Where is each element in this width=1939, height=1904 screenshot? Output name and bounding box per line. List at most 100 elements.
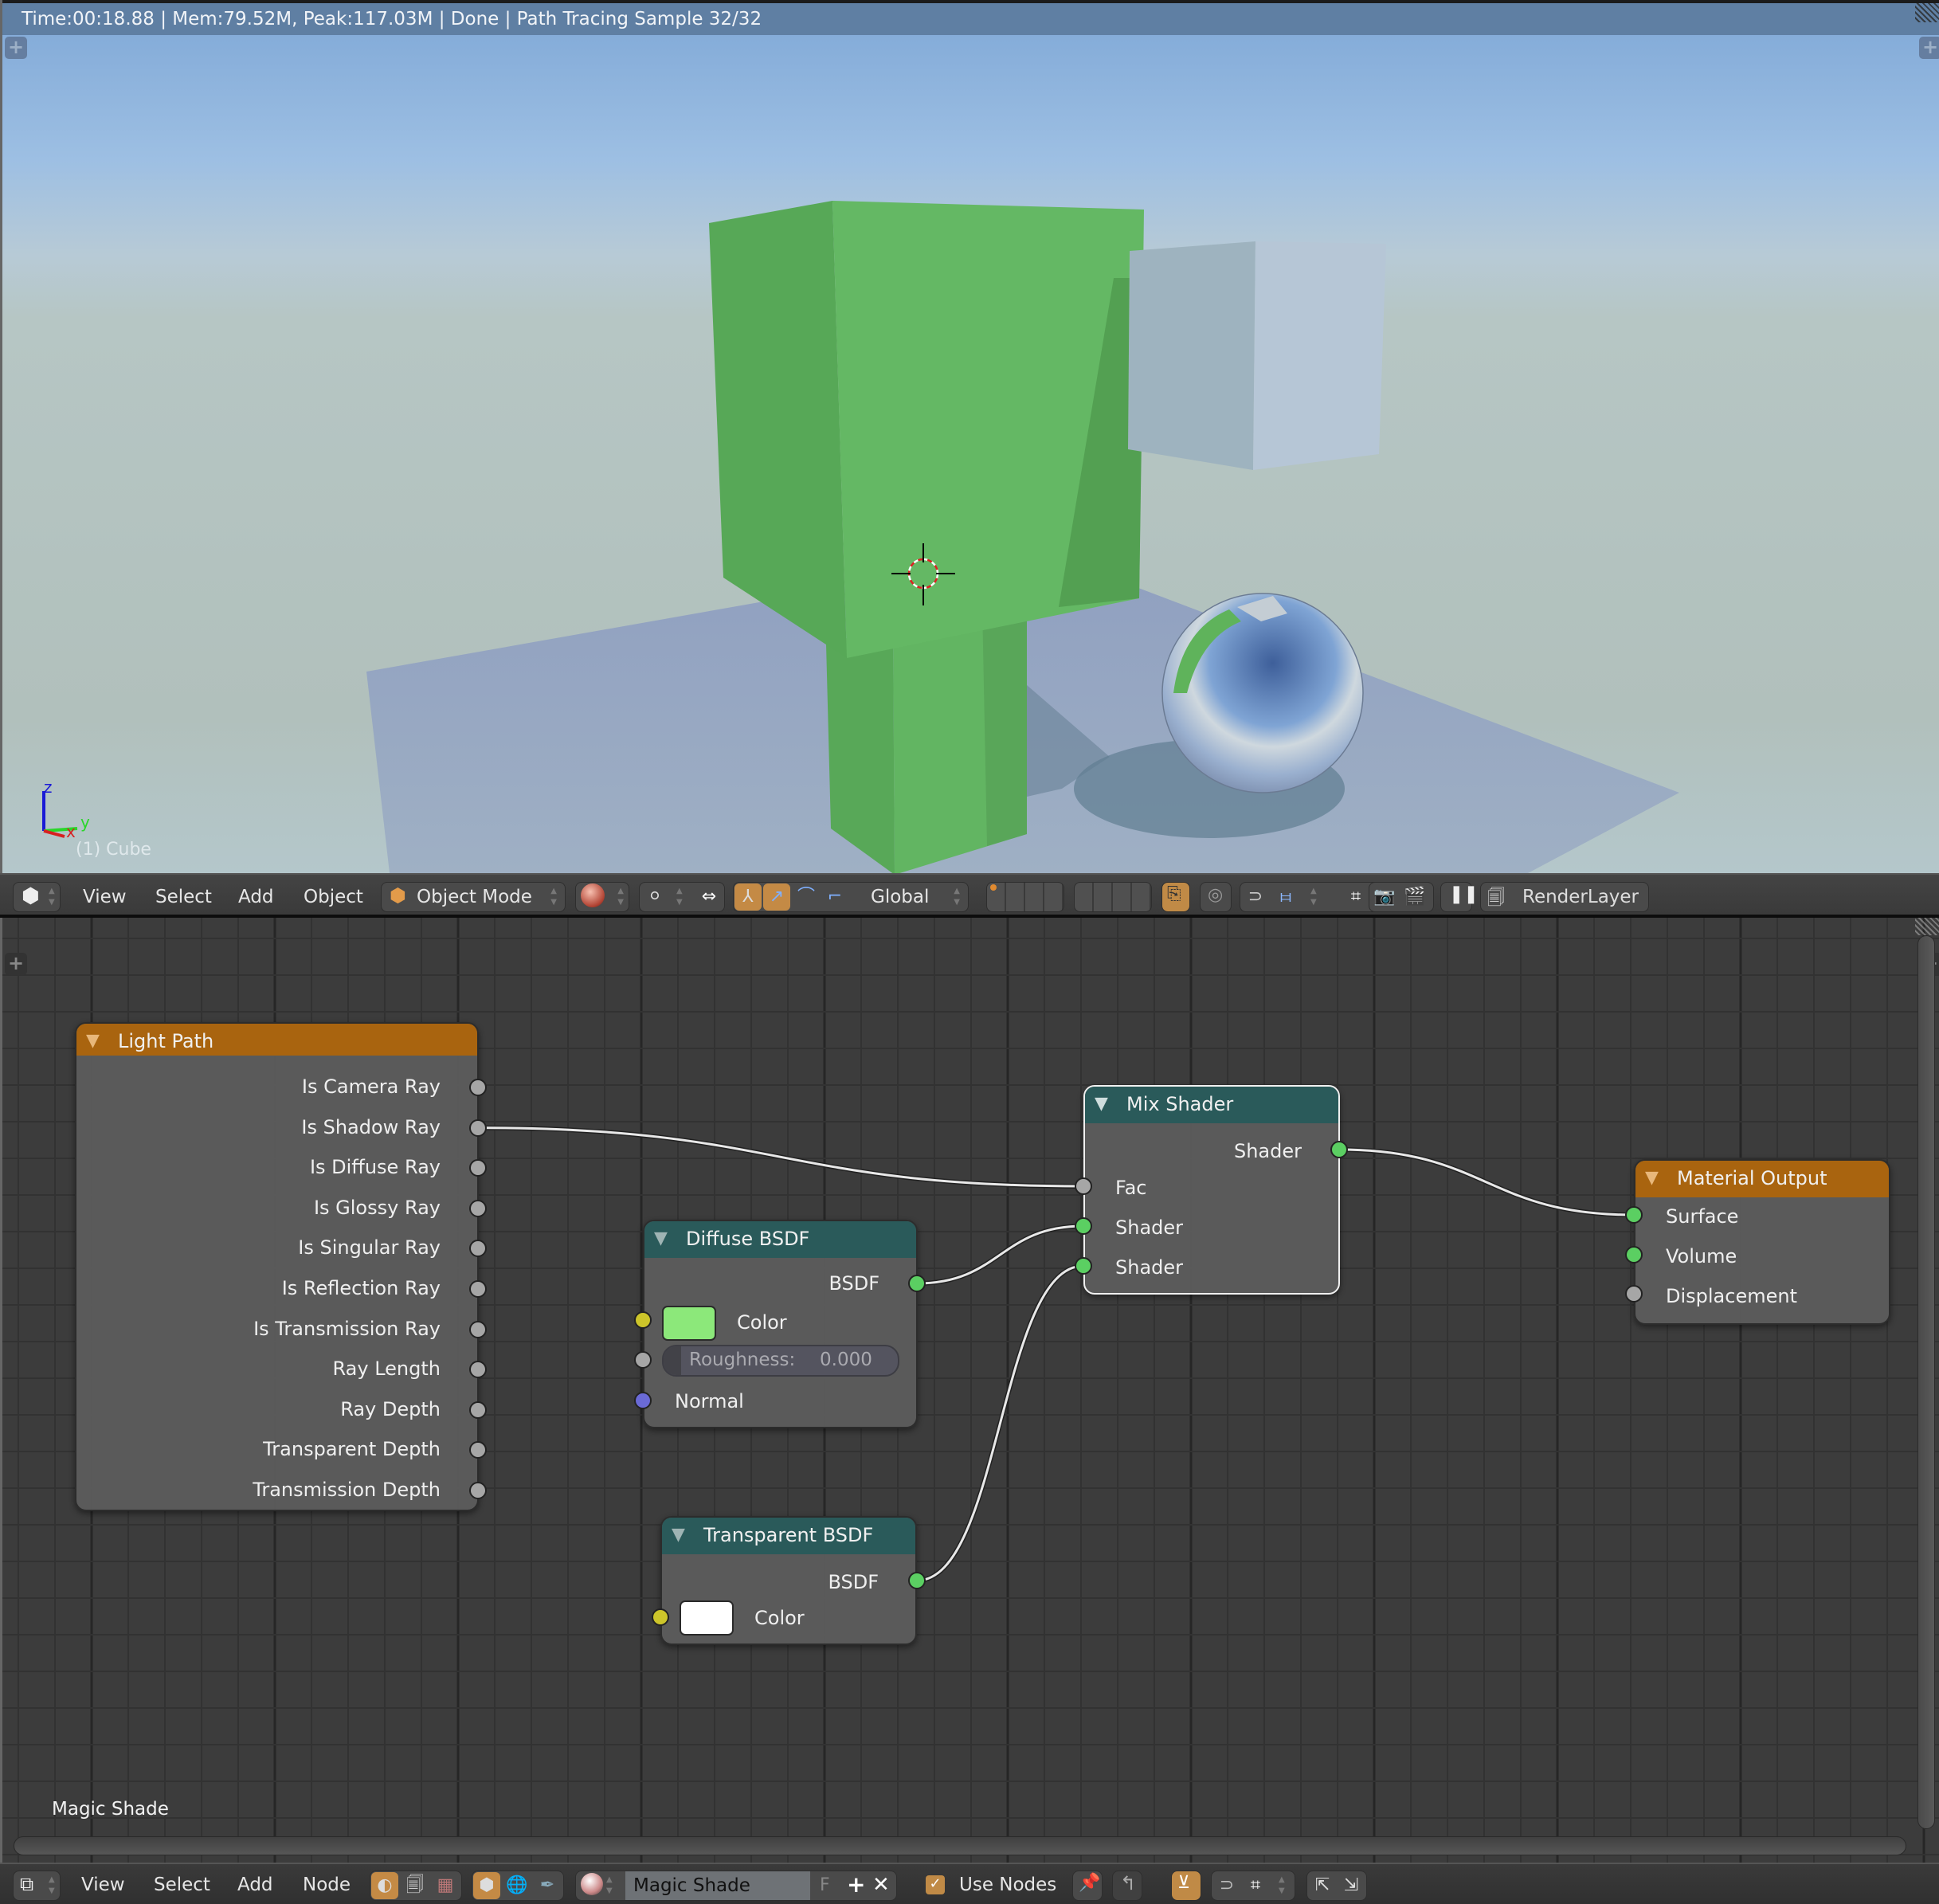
pin-button[interactable]: 📌 [1072, 1871, 1103, 1901]
opengl-render-animation-icon[interactable]: 🎬 [1401, 883, 1428, 911]
socket-diffuse-color-in[interactable] [634, 1311, 652, 1329]
node-transparent-bsdf[interactable]: ▼ Transparent BSDF BSDF Color [660, 1516, 917, 1645]
menu-view[interactable]: View [81, 1871, 125, 1899]
node-header[interactable]: ▼ Material Output [1635, 1161, 1889, 1197]
socket-transparent-color-in[interactable] [652, 1608, 669, 1626]
toolshelf-expand-button[interactable]: + [5, 953, 27, 975]
scale-arc-icon[interactable]: ⌒ [793, 883, 820, 911]
collapse-triangle-icon[interactable]: ▼ [672, 1518, 685, 1553]
socket-light-path-out[interactable] [469, 1119, 487, 1137]
snap-target-icon[interactable]: ⌗ [1342, 883, 1369, 911]
render-layer-selector[interactable]: 🗐 RenderLayer [1480, 882, 1649, 912]
color-swatch[interactable] [680, 1600, 734, 1636]
node-material-output[interactable]: ▼ Material Output Surface Volume Displac… [1634, 1159, 1890, 1325]
node-mix-shader[interactable]: ▼ Mix Shader Shader Fac Shader Shader [1083, 1085, 1340, 1295]
socket-output-displacement-in[interactable] [1625, 1285, 1643, 1303]
area-split-handle[interactable] [1915, 3, 1939, 22]
compositing-nodes-icon[interactable]: 🗐 [402, 1872, 429, 1899]
scene-layers-group-1[interactable] [986, 882, 1064, 912]
editor-type-selector[interactable]: ⧉ ▲ ▼ [13, 1871, 61, 1901]
node-header[interactable]: ▼ Transparent BSDF [662, 1518, 915, 1554]
socket-light-path-out[interactable] [469, 1320, 487, 1338]
editor-type-selector[interactable]: ⬢ ▲ ▼ [13, 882, 61, 912]
opengl-render-image-icon[interactable]: 📷 [1371, 883, 1398, 911]
proportional-edit-button[interactable]: ◎ [1200, 882, 1232, 912]
scale-manipulator-icon[interactable]: ⌐ [821, 883, 848, 911]
socket-mix-shader2-in[interactable] [1075, 1257, 1092, 1275]
snap-magnet-icon[interactable]: ⊃ [1213, 1872, 1240, 1899]
backdrop-toggle-button[interactable]: ⊻ [1171, 1871, 1201, 1901]
area-split-handle[interactable] [1915, 918, 1939, 935]
menu-add[interactable]: Add [237, 1871, 273, 1899]
material-name-field[interactable]: Magic Shade [625, 1871, 810, 1900]
texture-nodes-icon[interactable]: ▦ [432, 1872, 459, 1899]
use-nodes-checkbox[interactable]: ✓ [926, 1875, 945, 1894]
lock-layers-button[interactable]: ⎘ [1161, 882, 1190, 912]
unlink-material-icon[interactable]: ✕ [872, 1871, 890, 1898]
socket-diffuse-roughness-in[interactable] [634, 1351, 652, 1369]
socket-light-path-out[interactable] [469, 1401, 487, 1419]
socket-light-path-out[interactable] [469, 1280, 487, 1298]
socket-mix-fac-in[interactable] [1075, 1177, 1092, 1195]
socket-mix-shader1-in[interactable] [1075, 1217, 1092, 1235]
menu-select[interactable]: Select [155, 883, 212, 911]
socket-output-surface-in[interactable] [1625, 1206, 1643, 1224]
socket-light-path-out[interactable] [469, 1482, 487, 1499]
menu-select[interactable]: Select [154, 1871, 210, 1899]
menu-object[interactable]: Object [304, 883, 363, 911]
horizontal-scrollbar[interactable] [14, 1836, 1906, 1855]
go-to-parent-button[interactable]: ↰ [1112, 1871, 1142, 1901]
socket-light-path-out[interactable] [469, 1199, 487, 1217]
node-editor[interactable]: + + ▼ Light Path Is Camera RayIs Shadow … [0, 918, 1939, 1863]
fake-user-button[interactable]: F [820, 1871, 830, 1900]
mode-selector[interactable]: ⬢ Object Mode ▲ ▼ [381, 882, 566, 912]
node-header[interactable]: ▼ Diffuse BSDF [644, 1221, 916, 1258]
node-light-path[interactable]: ▼ Light Path Is Camera Ray Is Shadow Ray I… [75, 1022, 479, 1511]
snap-element-icon[interactable]: ⧦ [1272, 883, 1299, 911]
menu-add[interactable]: Add [238, 883, 274, 911]
node-header[interactable]: ▼ Light Path [76, 1024, 477, 1056]
collapse-triangle-icon[interactable]: ▼ [1645, 1161, 1659, 1196]
properties-expand-button[interactable]: + [1919, 37, 1939, 59]
socket-mix-shader-out[interactable] [1330, 1141, 1348, 1158]
socket-diffuse-bsdf-out[interactable] [908, 1275, 926, 1292]
translate-manipulator-icon[interactable]: ⅄ [734, 883, 762, 911]
collapse-triangle-icon[interactable]: ▼ [654, 1221, 668, 1256]
color-swatch[interactable] [662, 1306, 716, 1341]
socket-light-path-out[interactable] [469, 1079, 487, 1096]
collapse-triangle-icon[interactable]: ▼ [86, 1024, 100, 1059]
material-browse-icon[interactable] [581, 1873, 603, 1895]
output-label: Transmission Depth [253, 1479, 441, 1501]
copy-nodes-icon[interactable]: ⇱ [1309, 1872, 1336, 1899]
node-diffuse-bsdf[interactable]: ▼ Diffuse BSDF BSDF Color Roughness: 0.0… [643, 1220, 918, 1428]
object-shader-icon[interactable]: ⬢ [473, 1872, 500, 1899]
viewport-shading-selector[interactable]: ▲ ▼ [575, 882, 629, 912]
paste-nodes-icon[interactable]: ⇲ [1338, 1872, 1365, 1899]
socket-output-volume-in[interactable] [1625, 1246, 1643, 1263]
new-material-icon[interactable]: + [847, 1871, 865, 1898]
menu-node[interactable]: Node [303, 1871, 351, 1899]
toolshelf-expand-button[interactable]: + [5, 37, 27, 59]
menu-view[interactable]: View [83, 883, 127, 911]
socket-diffuse-normal-in[interactable] [634, 1392, 652, 1409]
pause-render-button[interactable]: ❚❚ [1440, 882, 1479, 912]
render-layer-label: RenderLayer [1522, 887, 1639, 907]
collapse-triangle-icon[interactable]: ▼ [1095, 1087, 1108, 1122]
input-label-displacement: Displacement [1666, 1285, 1797, 1307]
snap-grid-icon[interactable]: ⌗ [1242, 1872, 1269, 1899]
snap-magnet-icon[interactable]: ⊃ [1242, 883, 1269, 911]
manipulator-toggle-icon[interactable]: ⇔ [695, 883, 723, 911]
rotate-manipulator-icon[interactable]: ↗ [763, 883, 790, 911]
socket-transparent-bsdf-out[interactable] [908, 1572, 926, 1589]
pivot-point-icon[interactable]: ⚪ [641, 883, 668, 911]
3d-viewport[interactable]: z y x (1) Cube Time:00:18.88 | Mem:79.52… [0, 0, 1939, 873]
vertical-scrollbar[interactable] [1917, 935, 1935, 1829]
world-shader-icon[interactable]: 🌐 [503, 1872, 531, 1899]
transform-orientation-label[interactable]: Global [871, 883, 929, 911]
roughness-slider[interactable]: Roughness: 0.000 [662, 1345, 899, 1377]
output-label-bsdf: BSDF [828, 1571, 879, 1593]
line-style-icon[interactable]: ✒ [534, 1872, 561, 1899]
scene-layers-group-2[interactable] [1074, 882, 1152, 912]
node-header[interactable]: ▼ Mix Shader [1085, 1087, 1338, 1123]
shader-nodes-icon[interactable]: ◐ [371, 1872, 398, 1899]
